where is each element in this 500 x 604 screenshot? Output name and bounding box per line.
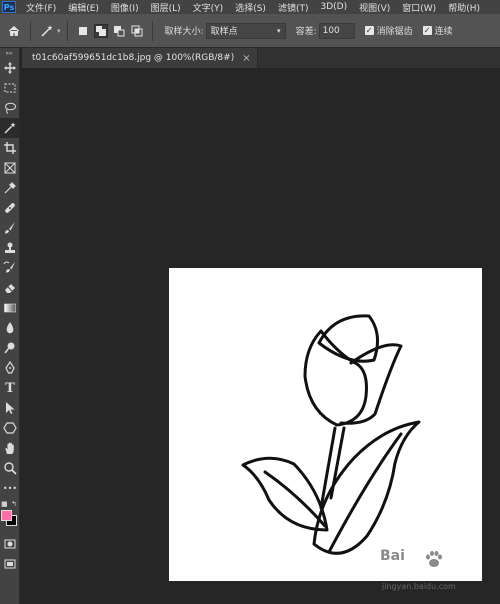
tolerance-input[interactable]: 100 (318, 22, 355, 39)
divider (30, 20, 31, 41)
move-tool-icon[interactable] (0, 58, 20, 78)
subtract-from-selection-button[interactable] (112, 24, 126, 38)
chevron-down-icon[interactable]: ▾ (57, 27, 61, 35)
document-tab[interactable]: t01c60af599651dc1b8.jpg @ 100%(RGB/8#) × (22, 48, 258, 68)
document-title: t01c60af599651dc1b8.jpg @ 100%(RGB/8#) (32, 53, 235, 63)
tools-panel: ▸▸ T ••• ■ ↰ (0, 48, 20, 604)
shape-tool-icon[interactable] (0, 418, 20, 438)
sample-size-select[interactable]: 取样点 ▾ (205, 22, 286, 39)
magic-wand-preset-icon[interactable] (37, 21, 57, 41)
eraser-tool-icon[interactable] (0, 278, 20, 298)
close-icon[interactable]: × (242, 53, 250, 64)
new-selection-button[interactable] (76, 24, 90, 38)
sample-size-label: 取样大小: (164, 27, 204, 37)
foreground-color-swatch[interactable] (1, 510, 12, 521)
tulip-line-drawing (241, 314, 421, 555)
path-selection-tool-icon[interactable] (0, 398, 20, 418)
menu-filter[interactable]: 滤镜(T) (272, 1, 315, 14)
divider (66, 20, 68, 41)
brush-tool-icon[interactable] (0, 218, 20, 238)
crop-tool-icon[interactable] (0, 138, 20, 158)
chevron-down-icon: ▾ (277, 26, 281, 35)
frame-tool-icon[interactable] (0, 158, 20, 178)
gradient-tool-icon[interactable] (0, 298, 20, 318)
menu-file[interactable]: 文件(F) (20, 1, 62, 14)
intersect-selection-button[interactable] (130, 24, 144, 38)
menu-layer[interactable]: 图层(L) (145, 1, 187, 14)
document-tab-bar: t01c60af599651dc1b8.jpg @ 100%(RGB/8#) × (22, 48, 500, 68)
baidu-logo-text: Bai (380, 548, 405, 564)
contiguous-label: 连续 (434, 27, 453, 37)
menu-view[interactable]: 视图(V) (353, 1, 396, 14)
panel-grip[interactable]: ▸▸ (0, 48, 19, 58)
contiguous-checkbox[interactable]: ✓ (422, 26, 432, 35)
menu-image[interactable]: 图像(I) (105, 1, 145, 14)
dodge-tool-icon[interactable] (0, 338, 20, 358)
magic-wand-tool-icon[interactable] (0, 118, 20, 138)
eyedropper-tool-icon[interactable] (0, 178, 20, 198)
menu-3d[interactable]: 3D(D) (314, 2, 353, 12)
type-tool-icon[interactable]: T (0, 378, 20, 398)
divider (151, 20, 153, 41)
default-colors-icon[interactable]: ■ (1, 500, 8, 508)
pen-tool-icon[interactable] (0, 358, 20, 378)
image-canvas[interactable] (169, 268, 482, 581)
healing-brush-tool-icon[interactable] (0, 198, 20, 218)
menu-window[interactable]: 窗口(W) (396, 1, 442, 14)
baidu-url: jingyan.baidu.com (382, 582, 456, 591)
type-tool-glyph: T (5, 380, 15, 396)
menu-select[interactable]: 选择(S) (229, 1, 272, 14)
more-tools-icon[interactable]: ••• (0, 478, 20, 498)
menu-type[interactable]: 文字(Y) (187, 1, 230, 14)
zoom-tool-icon[interactable] (0, 458, 20, 478)
tolerance-label: 容差: (295, 27, 317, 37)
lasso-tool-icon[interactable] (0, 98, 20, 118)
menu-bar: Ps 文件(F) 编辑(E) 图像(I) 图层(L) 文字(Y) 选择(S) 滤… (0, 0, 500, 14)
add-to-selection-button[interactable] (93, 23, 108, 38)
history-brush-tool-icon[interactable] (0, 258, 20, 278)
blur-tool-icon[interactable] (0, 318, 20, 338)
baidu-watermark: Bai jingyan.baidu.com (380, 548, 498, 604)
ellipsis-glyph: ••• (2, 483, 18, 493)
clone-stamp-tool-icon[interactable] (0, 238, 20, 258)
hand-tool-icon[interactable] (0, 438, 20, 458)
paw-icon (426, 551, 442, 567)
options-bar: ▾ 取样大小: 取样点 ▾ 容差: 100 ✓ 消除锯齿 ✓ 连续 (0, 14, 500, 48)
sample-size-value: 取样点 (210, 27, 238, 37)
quick-mask-icon[interactable] (0, 534, 20, 554)
screen-mode-icon[interactable] (0, 554, 20, 574)
antialias-checkbox[interactable]: ✓ (364, 26, 374, 35)
home-icon[interactable] (4, 21, 24, 41)
photoshop-logo: Ps (2, 1, 16, 13)
marquee-tool-icon[interactable] (0, 78, 20, 98)
swap-colors-icon[interactable]: ↰ (11, 500, 17, 508)
menu-help[interactable]: 帮助(H) (442, 1, 486, 14)
menu-edit[interactable]: 编辑(E) (62, 1, 105, 14)
color-swatches: ■ ↰ (0, 498, 20, 534)
antialias-label: 消除锯齿 (376, 27, 413, 37)
